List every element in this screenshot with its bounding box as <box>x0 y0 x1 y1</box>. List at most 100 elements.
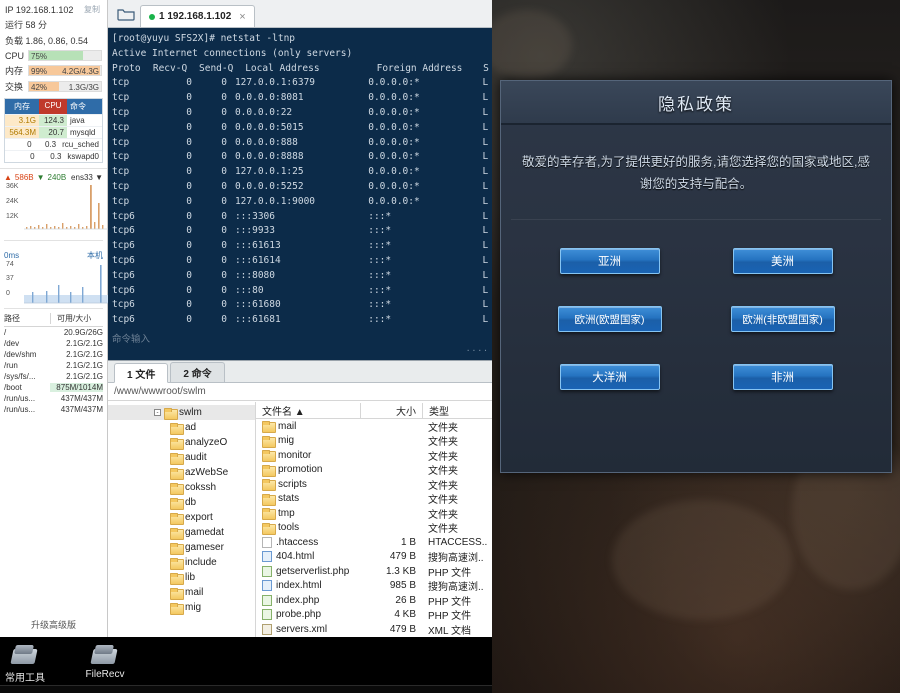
region-button-asia[interactable]: 亚洲 <box>559 248 660 274</box>
net-axis-label: 36K <box>6 183 19 190</box>
netstat-state: L <box>482 254 489 266</box>
file-row[interactable]: mig 文件夹 <box>256 434 492 448</box>
resize-grip-icon[interactable]: ···· <box>466 344 489 359</box>
tree-item[interactable]: ad <box>108 420 255 435</box>
tree-item[interactable]: mig <box>108 600 255 615</box>
tab-files[interactable]: 1 文件 <box>114 363 169 383</box>
process-row[interactable]: 0 0.3 rcu_sched <box>5 138 102 150</box>
php-file-icon <box>262 609 272 621</box>
process-row[interactable]: 3.1G 124.3 java <box>5 114 102 126</box>
netstat-proto: tcp6 <box>112 284 135 296</box>
meter-memory-percent: 99% <box>31 67 48 76</box>
tree-item[interactable]: gameser <box>108 540 255 555</box>
region-button-oceania[interactable]: 大洋洲 <box>559 364 660 390</box>
screen: IP 192.168.1.102 复制 运行 58 分 负载 1.86, 0.8… <box>0 0 900 693</box>
upgrade-link[interactable]: 升级高级版 <box>0 618 107 631</box>
disk-path: /run/us... <box>4 394 36 403</box>
html-file-icon <box>262 551 272 563</box>
tree-item-label: cokssh <box>185 482 217 493</box>
file-row[interactable]: tools 文件夹 <box>256 521 492 535</box>
tree-item[interactable]: mail <box>108 585 255 600</box>
meter-memory: 内存 99% 4.2G/4.3G <box>5 64 102 77</box>
netstat-sendq: 0 <box>221 136 227 148</box>
file-name-cell: monitor <box>256 450 360 463</box>
tree-item[interactable]: analyzeO <box>108 435 255 450</box>
close-icon[interactable]: × <box>239 11 245 23</box>
netstat-proto: tcp <box>112 136 130 148</box>
terminal-output[interactable]: [root@yuyu SFS2X]# netstat -ltnp Active … <box>108 28 492 360</box>
open-folder-icon[interactable] <box>112 1 140 27</box>
directory-tree: - swlm ad analyzeO audit azWebSe cokssh db exp… <box>108 402 256 637</box>
tree-item[interactable]: audit <box>108 450 255 465</box>
process-row[interactable]: 564.3M 20.7 mysqld <box>5 126 102 138</box>
process-header-command[interactable]: 命令 <box>67 99 102 114</box>
netstat-state: L <box>482 314 489 326</box>
file-row[interactable]: mail 文件夹 <box>256 419 492 434</box>
disk-row: /dev 2.1G/2.1G <box>4 338 103 349</box>
region-button-africa[interactable]: 非洲 <box>732 364 833 390</box>
netstat-row: tcp6 0 0:::61680:::* L <box>112 298 492 313</box>
taskbar-item-tools[interactable]: 常用工具 <box>0 645 60 684</box>
file-row[interactable]: 404.html 479 B 搜狗高速浏.. <box>256 550 492 564</box>
process-row[interactable]: 0 0.3 kswapd0 <box>5 150 102 162</box>
netstat-foreign: 0.0.0.0:* <box>368 195 420 207</box>
process-memory: 0 <box>30 152 35 161</box>
tree-item[interactable]: gamedat <box>108 525 255 540</box>
tree-item[interactable]: lib <box>108 570 255 585</box>
tree-item-label: gameser <box>185 542 224 553</box>
process-command: mysqld <box>70 128 96 137</box>
file-row[interactable]: getserverlist.php 1.3 KB PHP 文件 <box>256 564 492 579</box>
collapse-icon[interactable]: - <box>154 409 161 416</box>
file-row[interactable]: .htaccess 1 B HTACCESS.. <box>256 535 492 550</box>
file-header-type[interactable]: 类型 <box>422 402 492 418</box>
netstat-proto: tcp <box>112 180 130 192</box>
file-header-size[interactable]: 大小 <box>360 402 422 418</box>
process-header-cpu[interactable]: CPU <box>39 99 67 114</box>
file-row[interactable]: index.php 26 B PHP 文件 <box>256 593 492 608</box>
region-button-americas[interactable]: 美洲 <box>732 248 833 274</box>
file-row[interactable]: index.html 985 B 搜狗高速浏.. <box>256 579 492 593</box>
file-header-name[interactable]: 文件名 ▲ <box>256 403 360 418</box>
netstat-proto: tcp6 <box>112 225 135 237</box>
tree-item[interactable]: db <box>108 495 255 510</box>
tree-item[interactable]: export <box>108 510 255 525</box>
path-bar[interactable]: /www/wwwroot/swlm <box>108 383 492 401</box>
disk-usage: 2.1G/2.1G <box>66 350 103 359</box>
file-row[interactable]: monitor 文件夹 <box>256 448 492 463</box>
network-interface-select[interactable]: ens33 ▼ <box>71 173 103 182</box>
tab-commands[interactable]: 2 命令 <box>170 362 225 382</box>
file-name-cell: servers.xml <box>256 623 360 635</box>
netstat-state: L <box>482 210 489 222</box>
file-row[interactable]: stats 文件夹 <box>256 492 492 506</box>
file-row[interactable]: servers.xml 479 B XML 文档 <box>256 622 492 637</box>
col-local: Local Address <box>245 62 320 74</box>
netstat-recvq: 0 <box>186 106 192 118</box>
command-input[interactable]: 命令输入 <box>112 333 150 348</box>
terminal-tab[interactable]: 1 192.168.1.102 × <box>140 5 255 27</box>
tree-item-label: gamedat <box>185 527 224 538</box>
taskbar-item-filerecv[interactable]: FileRecv <box>70 645 140 680</box>
region-button-europe-eu[interactable]: 欧洲(欧盟国家) <box>557 306 662 332</box>
netstat-local: :::61614 <box>234 254 281 266</box>
copy-button[interactable]: 复制 <box>82 4 102 15</box>
netstat-foreign: 0.0.0.0:* <box>368 180 420 192</box>
file-row[interactable]: promotion 文件夹 <box>256 463 492 477</box>
tree-item[interactable]: cokssh <box>108 480 255 495</box>
netstat-recvq: 0 <box>186 210 192 222</box>
tree-item[interactable]: azWebSe <box>108 465 255 480</box>
process-header-memory[interactable]: 内存 <box>5 99 39 114</box>
netstat-proto: tcp <box>112 92 130 104</box>
region-button-europe-non-eu[interactable]: 欧洲(非欧盟国家) <box>730 306 835 332</box>
netstat-state: L <box>482 136 489 148</box>
tree-item[interactable]: include <box>108 555 255 570</box>
netstat-local: 127.0.0.1:25 <box>234 166 304 178</box>
meter-swap-label: 交换 <box>5 82 24 92</box>
meter-memory-value: 4.2G/4.3G <box>62 67 99 76</box>
file-row[interactable]: probe.php 4 KB PHP 文件 <box>256 608 492 622</box>
tree-root-node[interactable]: - swlm <box>108 405 255 420</box>
folder-icon <box>170 437 184 450</box>
folder-icon <box>164 407 178 420</box>
file-row[interactable]: scripts 文件夹 <box>256 477 492 492</box>
netstat-state: L <box>482 269 489 281</box>
file-row[interactable]: tmp 文件夹 <box>256 506 492 521</box>
